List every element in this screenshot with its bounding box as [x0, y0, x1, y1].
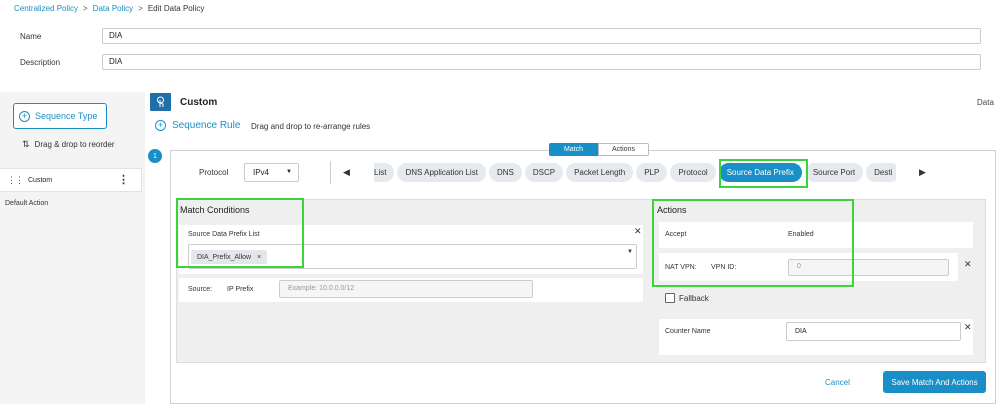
breadcrumb-data-policy[interactable]: Data Policy	[93, 4, 133, 13]
chip-dns-application-list[interactable]: DNS Application List	[397, 163, 486, 182]
drag-reorder-label: Drag & drop to reorder	[34, 140, 115, 149]
custom-sequence-icon	[150, 93, 171, 111]
breadcrumb-separator-icon: >	[83, 4, 88, 13]
caret-down-icon[interactable]: ▼	[627, 249, 633, 255]
scroll-left-icon[interactable]: ◀	[343, 167, 350, 178]
name-input[interactable]: DIA	[102, 28, 981, 44]
drag-handle-icon[interactable]: ⋮⋮	[7, 175, 24, 186]
chip-dns[interactable]: DNS	[488, 163, 522, 182]
sequence-rule-button[interactable]: + Sequence Rule	[155, 120, 240, 131]
chip-packet-length[interactable]: Packet Length	[566, 163, 634, 182]
source-label: Source:	[188, 286, 213, 293]
close-icon[interactable]: ✕	[634, 226, 642, 237]
cancel-button[interactable]: Cancel	[825, 378, 850, 387]
chip-source-port[interactable]: Source Port	[804, 163, 864, 182]
match-conditions-chips: List DNS Application List DNS DSCP Packet Le…	[374, 162, 896, 183]
fallback-label: Fallback	[679, 293, 709, 303]
caret-down-icon: ▼	[286, 169, 292, 175]
sequence-rule-label: Sequence Rule	[172, 120, 241, 131]
drag-reorder-hint: ⇅ Drag & drop to reorder	[22, 139, 115, 150]
more-options-icon[interactable]: ⋮	[118, 173, 129, 186]
breadcrumb: Centralized Policy > Data Policy > Edit Data…	[14, 4, 204, 13]
fallback-checkbox[interactable]	[665, 293, 675, 303]
save-match-and-actions-button[interactable]: Save Match And Actions	[883, 371, 986, 393]
description-label: Description	[20, 58, 61, 67]
highlight-source-data-prefix	[719, 159, 808, 188]
ip-prefix-label: IP Prefix	[227, 286, 254, 293]
sidebar-item-default-action[interactable]: Default Action	[5, 200, 48, 207]
divider	[330, 161, 331, 184]
breadcrumb-separator-icon: >	[138, 4, 143, 13]
breadcrumb-centralized-policy[interactable]: Centralized Policy	[14, 4, 78, 13]
close-icon[interactable]: ✕	[964, 322, 972, 333]
tab-match[interactable]: Match	[549, 143, 598, 156]
name-label: Name	[20, 32, 42, 41]
fallback-option[interactable]: Fallback	[665, 293, 709, 303]
highlight-actions	[652, 199, 854, 287]
chip-list[interactable]: List	[374, 163, 395, 182]
chip-protocol[interactable]: Protocol	[670, 163, 716, 182]
breadcrumb-current: Edit Data Policy	[147, 4, 205, 13]
header-right-text: Data	[977, 98, 994, 107]
tab-actions[interactable]: Actions	[598, 143, 649, 156]
sequence-type-label: Sequence Type	[35, 111, 98, 121]
counter-name-label: Counter Name	[665, 328, 711, 335]
chip-dscp[interactable]: DSCP	[524, 163, 564, 182]
sidebar-item-label: Custom	[28, 176, 53, 184]
ip-prefix-input[interactable]: Example: 10.0.0.0/12	[279, 280, 533, 298]
reorder-arrows-icon: ⇅	[22, 139, 30, 149]
close-icon[interactable]: ✕	[964, 259, 972, 270]
protocol-value: IPv4	[253, 168, 270, 177]
description-input[interactable]: DIA	[102, 54, 981, 70]
chip-plp[interactable]: PLP	[636, 163, 668, 182]
sequence-rule-hint: Drag and drop to re-arrange rules	[251, 122, 371, 131]
sequence-type-button[interactable]: + Sequence Type	[13, 103, 107, 129]
sequence-title: Custom	[180, 97, 218, 108]
counter-name-input[interactable]: DIA	[786, 322, 961, 341]
highlight-match-conditions	[176, 198, 304, 268]
protocol-select[interactable]: IPv4 ▼	[244, 163, 299, 182]
scroll-right-icon[interactable]: ▶	[919, 167, 926, 178]
add-circle-icon: +	[155, 120, 166, 131]
hand-pointer-icon	[157, 96, 164, 107]
chip-destination[interactable]: Desti	[866, 163, 896, 182]
sequence-number-badge: 1	[148, 149, 162, 163]
add-circle-icon: +	[19, 110, 30, 122]
sidebar-item-custom[interactable]: ⋮⋮ Custom ⋮	[0, 168, 142, 192]
protocol-label: Protocol	[199, 168, 229, 177]
